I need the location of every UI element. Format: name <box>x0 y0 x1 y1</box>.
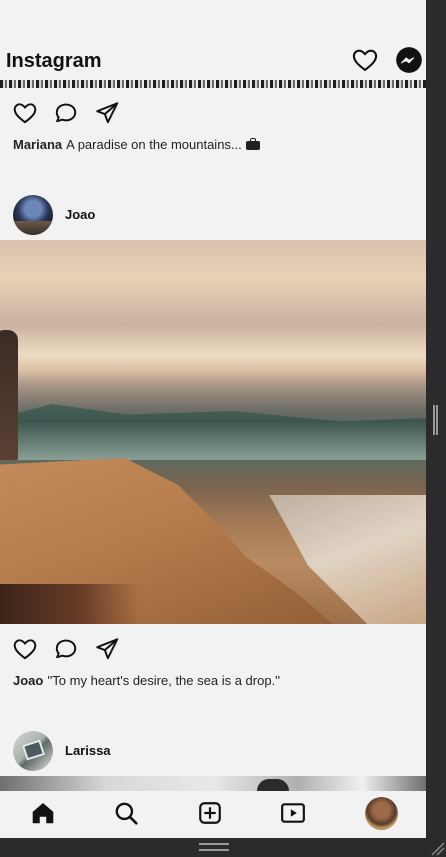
caption-username[interactable]: Joao <box>13 673 43 688</box>
post-image[interactable] <box>0 240 426 624</box>
messenger-icon[interactable] <box>395 46 423 74</box>
search-icon[interactable] <box>113 800 139 826</box>
scrollbar-handle[interactable] <box>433 405 438 435</box>
home-icon[interactable] <box>30 800 56 826</box>
rock-shadow <box>0 584 140 624</box>
top-header: Instagram <box>0 0 426 80</box>
resize-handle-bottom[interactable] <box>199 843 229 851</box>
caption-username[interactable]: Mariana <box>13 137 62 152</box>
like-heart-icon[interactable] <box>12 100 38 126</box>
share-icon[interactable] <box>94 636 120 662</box>
briefcase-icon <box>245 138 260 150</box>
add-post-icon[interactable] <box>197 800 223 826</box>
heart-icon[interactable] <box>351 46 379 74</box>
post-header: Joao <box>13 195 413 235</box>
app-logo[interactable]: Instagram <box>6 50 102 73</box>
comment-icon[interactable] <box>53 100 79 126</box>
caption-text: ''To my heart's desire, the sea is a dro… <box>47 673 281 688</box>
post-username[interactable]: Joao <box>65 207 95 222</box>
app-viewport: Instagram Mariana A paradise on the mount… <box>0 0 426 838</box>
previous-post-image <box>0 80 426 88</box>
wave-shape <box>0 404 426 460</box>
resize-corner-icon[interactable] <box>429 840 445 856</box>
post-caption: Mariana A paradise on the mountains... <box>13 137 260 152</box>
bottom-navigation <box>0 791 426 838</box>
post-username[interactable]: Larissa <box>65 743 111 758</box>
share-icon[interactable] <box>94 100 120 126</box>
avatar[interactable] <box>13 731 53 771</box>
post-header: Larissa <box>13 731 413 771</box>
like-heart-icon[interactable] <box>12 636 38 662</box>
next-post-image <box>0 776 426 791</box>
person-silhouette <box>0 330 18 460</box>
reels-icon[interactable] <box>280 800 306 826</box>
comment-icon[interactable] <box>53 636 79 662</box>
profile-avatar[interactable] <box>365 797 398 830</box>
avatar[interactable] <box>13 195 53 235</box>
caption-text: A paradise on the mountains... <box>66 137 242 152</box>
post-caption: Joao ''To my heart's desire, the sea is a… <box>13 673 280 688</box>
